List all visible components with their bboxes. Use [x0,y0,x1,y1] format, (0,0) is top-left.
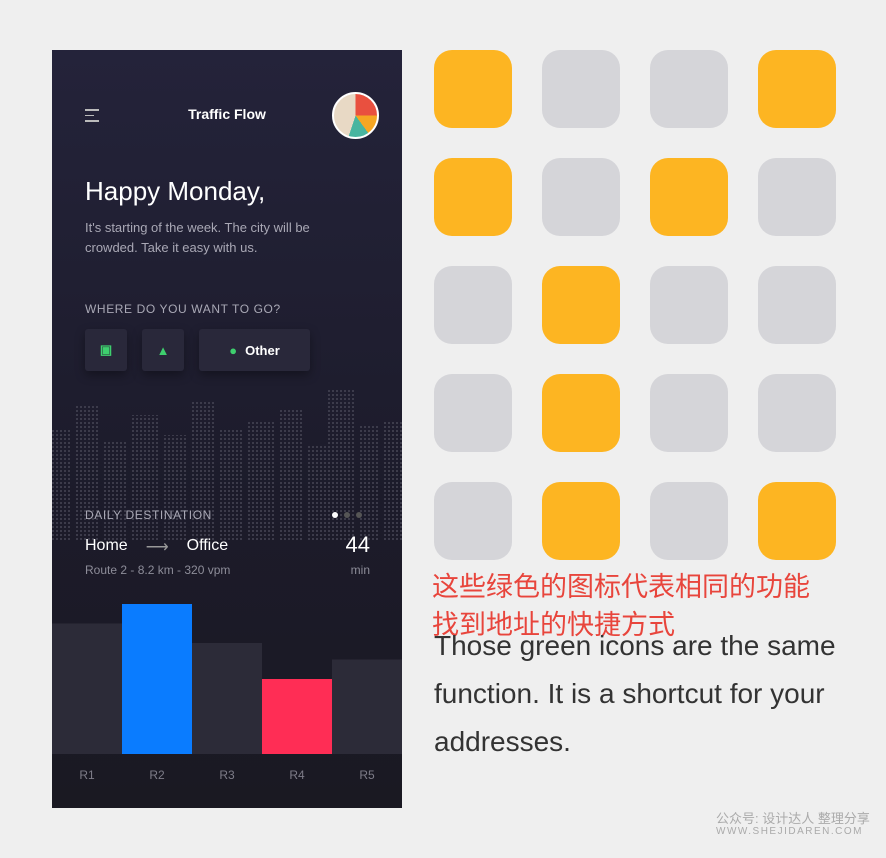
route-info: Route 2 - 8.2 km - 320 vpm [85,563,231,577]
tile [758,158,836,236]
camp-button[interactable]: ▲ [142,329,184,371]
tile [650,158,728,236]
tile [434,50,512,128]
english-caption: Those green icons are the same function.… [434,630,836,757]
tile [542,266,620,344]
x-label-R2: R2 [149,768,165,782]
tile [434,266,512,344]
location-pin-icon: ● [229,342,238,358]
route: Home ⟶ Office [85,537,228,557]
tile [758,374,836,452]
page-indicator[interactable] [332,512,362,518]
other-label: Other [245,342,280,358]
arrow-right-icon: ⟶ [145,539,169,556]
work-button[interactable]: ▣ [85,329,127,371]
x-label-R5: R5 [359,768,375,782]
tile [434,158,512,236]
tile [542,50,620,128]
other-button[interactable]: ● Other [199,329,310,371]
tile [434,482,512,560]
tile [542,482,620,560]
watermark: 公众号: 设计达人 整理分享 [716,811,870,826]
tile [758,266,836,344]
tile [650,374,728,452]
where-label: WHERE DO YOU WANT TO GO? [85,302,281,316]
tile [650,266,728,344]
tile [542,374,620,452]
route-from: Home [85,537,128,554]
subtitle: It's starting of the week. The city will… [85,220,310,255]
daily-destination-label: DAILY DESTINATION [85,508,212,522]
tile [650,50,728,128]
tile [434,374,512,452]
x-label-R1: R1 [79,768,95,782]
bar-R3[interactable] [192,643,262,754]
bar-R1[interactable] [52,623,122,755]
x-label-R3: R3 [219,768,235,782]
tent-icon: ▲ [156,342,170,358]
briefcase-icon: ▣ [99,342,113,357]
bar-R5[interactable] [332,659,402,755]
tile [758,482,836,560]
phone-screen: Traffic Flow Happy Monday, It's starting… [52,50,402,808]
greeting: Happy Monday, [85,176,266,206]
tile [542,158,620,236]
bar-R2[interactable] [122,604,192,754]
tile [650,482,728,560]
tile [758,50,836,128]
cn-line-1: 这些绿色的图标代表相同的功能 [432,572,810,602]
route-to: Office [186,537,229,554]
avatar[interactable] [332,92,379,139]
watermark-url: WWW.SHEJIDAREN.COM [716,826,863,837]
bar-R4[interactable] [262,679,332,754]
duration-value: 44 [345,532,370,557]
duration-unit: min [350,563,370,577]
x-label-R4: R4 [289,768,305,782]
